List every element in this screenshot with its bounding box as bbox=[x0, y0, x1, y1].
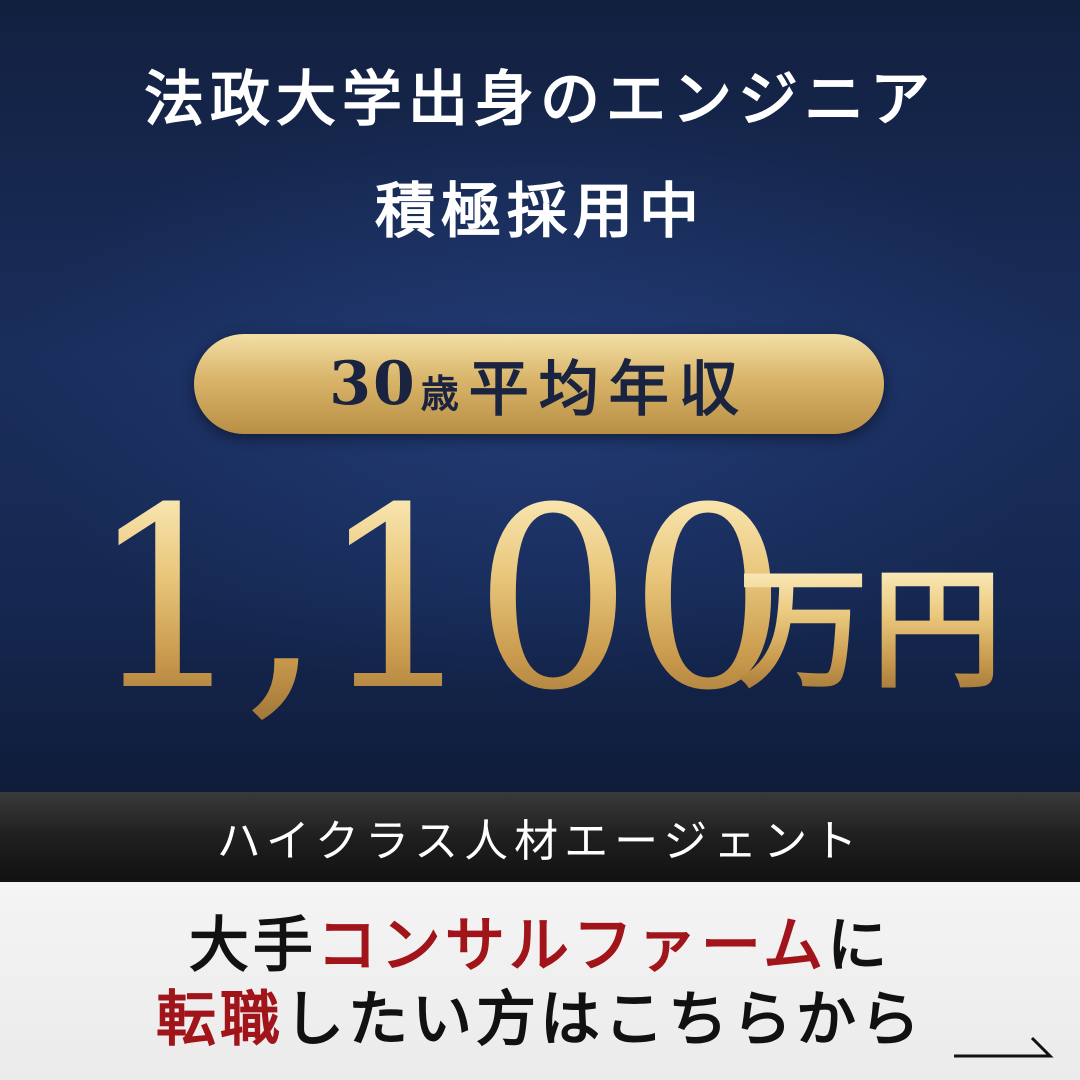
arrow-right-icon[interactable] bbox=[954, 1030, 1058, 1060]
cta-line-1[interactable]: 大手コンサルファームに bbox=[0, 916, 1080, 976]
salary-amount: 1,100 bbox=[88, 454, 788, 745]
badge-age-number: 30 bbox=[329, 349, 417, 419]
agent-band-text: ハイクラス人材エージェント bbox=[216, 816, 864, 867]
cta-line-2-suffix: したい方はこちらから bbox=[284, 985, 924, 1055]
cta-line-2-highlight: 転職 bbox=[156, 985, 284, 1055]
hero-section: 法政大学出身のエンジニア 積極採用中 30 歳 平均年収 1,100 万円 bbox=[0, 0, 1080, 792]
badge-label: 平均年収 bbox=[468, 354, 749, 425]
cta-line-1-suffix: に bbox=[827, 911, 892, 981]
salary-unit: 万円 bbox=[738, 553, 1007, 706]
headline-line-2: 積極採用中 bbox=[375, 177, 705, 247]
agent-band: ハイクラス人材エージェント bbox=[0, 792, 1080, 882]
badge-age-unit: 歳 bbox=[420, 370, 459, 416]
cta-line-1-highlight: コンサルファーム bbox=[316, 911, 828, 981]
cta-line-1-prefix: 大手 bbox=[188, 911, 317, 981]
headline-line-1: 法政大学出身のエンジニア bbox=[144, 65, 936, 135]
cta-line-2[interactable]: 転職したい方はこちらから bbox=[0, 990, 1080, 1050]
average-salary-badge: 30 歳 平均年収 bbox=[194, 334, 884, 434]
job-ad-banner[interactable]: 法政大学出身のエンジニア 積極採用中 30 歳 平均年収 1,100 万円 ハイ… bbox=[0, 0, 1080, 1080]
